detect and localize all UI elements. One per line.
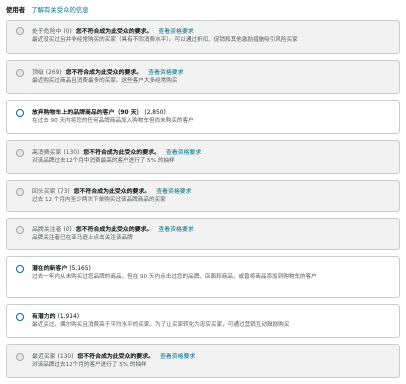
audience-radio	[16, 226, 24, 234]
audience-radio	[16, 27, 24, 35]
audience-title: 最近买家 (130) 您不符合成为此受众的要求。 查看资格要求	[32, 351, 395, 360]
audience-description: 过去一年内从未购买过您品牌的商品，但在 90 天内点击过您的品牌、店面和商品，或…	[32, 274, 317, 280]
audience-title: 品牌关注者 (0) 您不符合成为此受众的要求。 查看资格要求	[32, 224, 395, 233]
audience-radio	[16, 69, 24, 77]
audience-option-high-spend: 高消费买家 (130) 您不符合成为此受众的要求。 查看资格要求 对该品牌过去12个月…	[6, 140, 400, 174]
audience-radio	[16, 149, 24, 157]
audience-count: (1,914)	[57, 314, 80, 320]
audience-name: 有潜力的	[32, 314, 56, 320]
audience-description: 最近没买过且并非经常购买的买家（具有不同消费水平）。可以通过折扣、促销和其他激励…	[32, 37, 298, 43]
audience-option-recent: 最近买家 (130) 您不符合成为此受众的要求。 查看资格要求 对该品牌过去12个月的…	[6, 344, 400, 378]
audience-name: 顶级	[32, 70, 44, 76]
audience-option-top: 顶级 (269) 您不符合成为此受众的要求。 查看资格要求 最近购买过商品且消费最多的…	[6, 60, 400, 94]
audience-count: (130)	[63, 150, 80, 156]
audience-radio[interactable]	[16, 265, 24, 273]
audience-description: 过去 12 个月内至少两次下单购买过该品牌商品的买家	[32, 197, 166, 203]
audience-count: (130)	[57, 354, 74, 360]
audience-description: 对该品牌过去12个月的客户进行了 5% 的抽样	[32, 362, 147, 368]
audience-title: 潜在的新客户 (5,165)	[32, 263, 395, 272]
view-requirements-link[interactable]: 查看资格要求	[160, 354, 195, 360]
audience-count: (73)	[57, 189, 70, 195]
audience-radio[interactable]	[16, 109, 24, 117]
view-requirements-link[interactable]: 查看资格要求	[156, 189, 191, 195]
audience-count: (2,850)	[144, 110, 166, 116]
audience-option-at-risk: 处于危险中 (0) 您不符合成为此受众的要求。 查看资格要求 最近没买过且并非经常购买…	[6, 20, 400, 54]
audience-title: 顶级 (269) 您不符合成为此受众的要求。 查看资格要求	[32, 67, 395, 76]
ineligible-warning: 您不符合成为此受众的要求。	[83, 150, 160, 156]
audience-label: 使用者	[6, 5, 26, 14]
ineligible-warning: 您不符合成为此受众的要求。	[75, 29, 153, 35]
audience-name: 品牌关注者	[32, 227, 62, 233]
learn-more-link[interactable]: 了解有关受众的信息	[31, 5, 89, 14]
audience-radio	[16, 353, 24, 361]
audience-count: (0)	[63, 227, 72, 233]
audience-description: 最近购买过商品且消费最多的买家。这些客户大多经常购买	[32, 78, 178, 84]
audience-description: 对该品牌过去12个月中消费最高的客户进行了 5% 的抽样	[32, 158, 175, 164]
audience-radio	[16, 188, 24, 196]
audience-title: 回头买家 (73) 您不符合成为此受众的要求。 查看资格要求	[32, 186, 395, 195]
audience-name: 放弃购物车上的品牌商品的客户（90 天）	[32, 110, 143, 116]
audience-description: 在过去 90 天内将您的任何品牌商品加入购物车但尚未购买的客户	[32, 118, 194, 124]
audience-name: 回头买家	[32, 189, 56, 195]
audience-list: 处于危险中 (0) 您不符合成为此受众的要求。 查看资格要求 最近没买过且并非经常购买…	[6, 20, 400, 384]
audience-description: 最近买过、偶尔购买且消费高于平均水平的买家。为了让买家转化为忠实买家，可通过营销…	[32, 322, 290, 328]
audience-count: (5,165)	[69, 266, 91, 272]
audience-option-potential-new[interactable]: 潜在的新客户 (5,165) 过去一年内从未购买过您品牌的商品，但在 90 天内点…	[6, 256, 400, 298]
audience-option-cart-abandoners[interactable]: 放弃购物车上的品牌商品的客户（90 天） (2,850) 在过去 90 天内将您的…	[6, 100, 400, 134]
audience-title: 放弃购物车上的品牌商品的客户（90 天） (2,850)	[32, 107, 395, 116]
audience-count: (269)	[45, 70, 62, 76]
audience-title: 有潜力的 (1,914)	[32, 311, 395, 320]
audience-title: 高消费买家 (130) 您不符合成为此受众的要求。 查看资格要求	[32, 147, 395, 156]
audience-radio[interactable]	[16, 313, 24, 321]
audience-name: 高消费买家	[32, 150, 62, 156]
ineligible-warning: 您不符合成为此受众的要求。	[77, 354, 154, 360]
audience-title: 处于危险中 (0) 您不符合成为此受众的要求。 查看资格要求	[32, 26, 395, 35]
view-requirements-link[interactable]: 查看资格要求	[158, 29, 193, 35]
audience-count: (0)	[63, 29, 72, 35]
audience-name: 潜在的新客户	[32, 266, 68, 272]
audience-option-promising[interactable]: 有潜力的 (1,914) 最近买过、偶尔购买且消费高于平均水平的买家。为了让买家转…	[6, 304, 400, 338]
view-requirements-link[interactable]: 查看资格要求	[166, 150, 201, 156]
ineligible-warning: 您不符合成为此受众的要求。	[73, 189, 151, 195]
audience-option-repeat: 回头买家 (73) 您不符合成为此受众的要求。 查看资格要求 过去 12 个月内至少两…	[6, 180, 400, 212]
audience-header: 使用者 了解有关受众的信息	[6, 2, 89, 16]
ineligible-warning: 您不符合成为此受众的要求。	[65, 70, 143, 76]
ineligible-warning: 您不符合成为此受众的要求。	[75, 227, 153, 233]
audience-description: 品牌关注者已在亚马逊上点击关注该品牌	[32, 235, 133, 241]
view-requirements-link[interactable]: 查看资格要求	[148, 70, 183, 76]
audience-option-followers: 品牌关注者 (0) 您不符合成为此受众的要求。 查看资格要求 品牌关注者已在亚马逊上点…	[6, 218, 400, 250]
audience-name: 最近买家	[32, 354, 56, 360]
audience-name: 处于危险中	[32, 29, 62, 35]
view-requirements-link[interactable]: 查看资格要求	[158, 227, 193, 233]
